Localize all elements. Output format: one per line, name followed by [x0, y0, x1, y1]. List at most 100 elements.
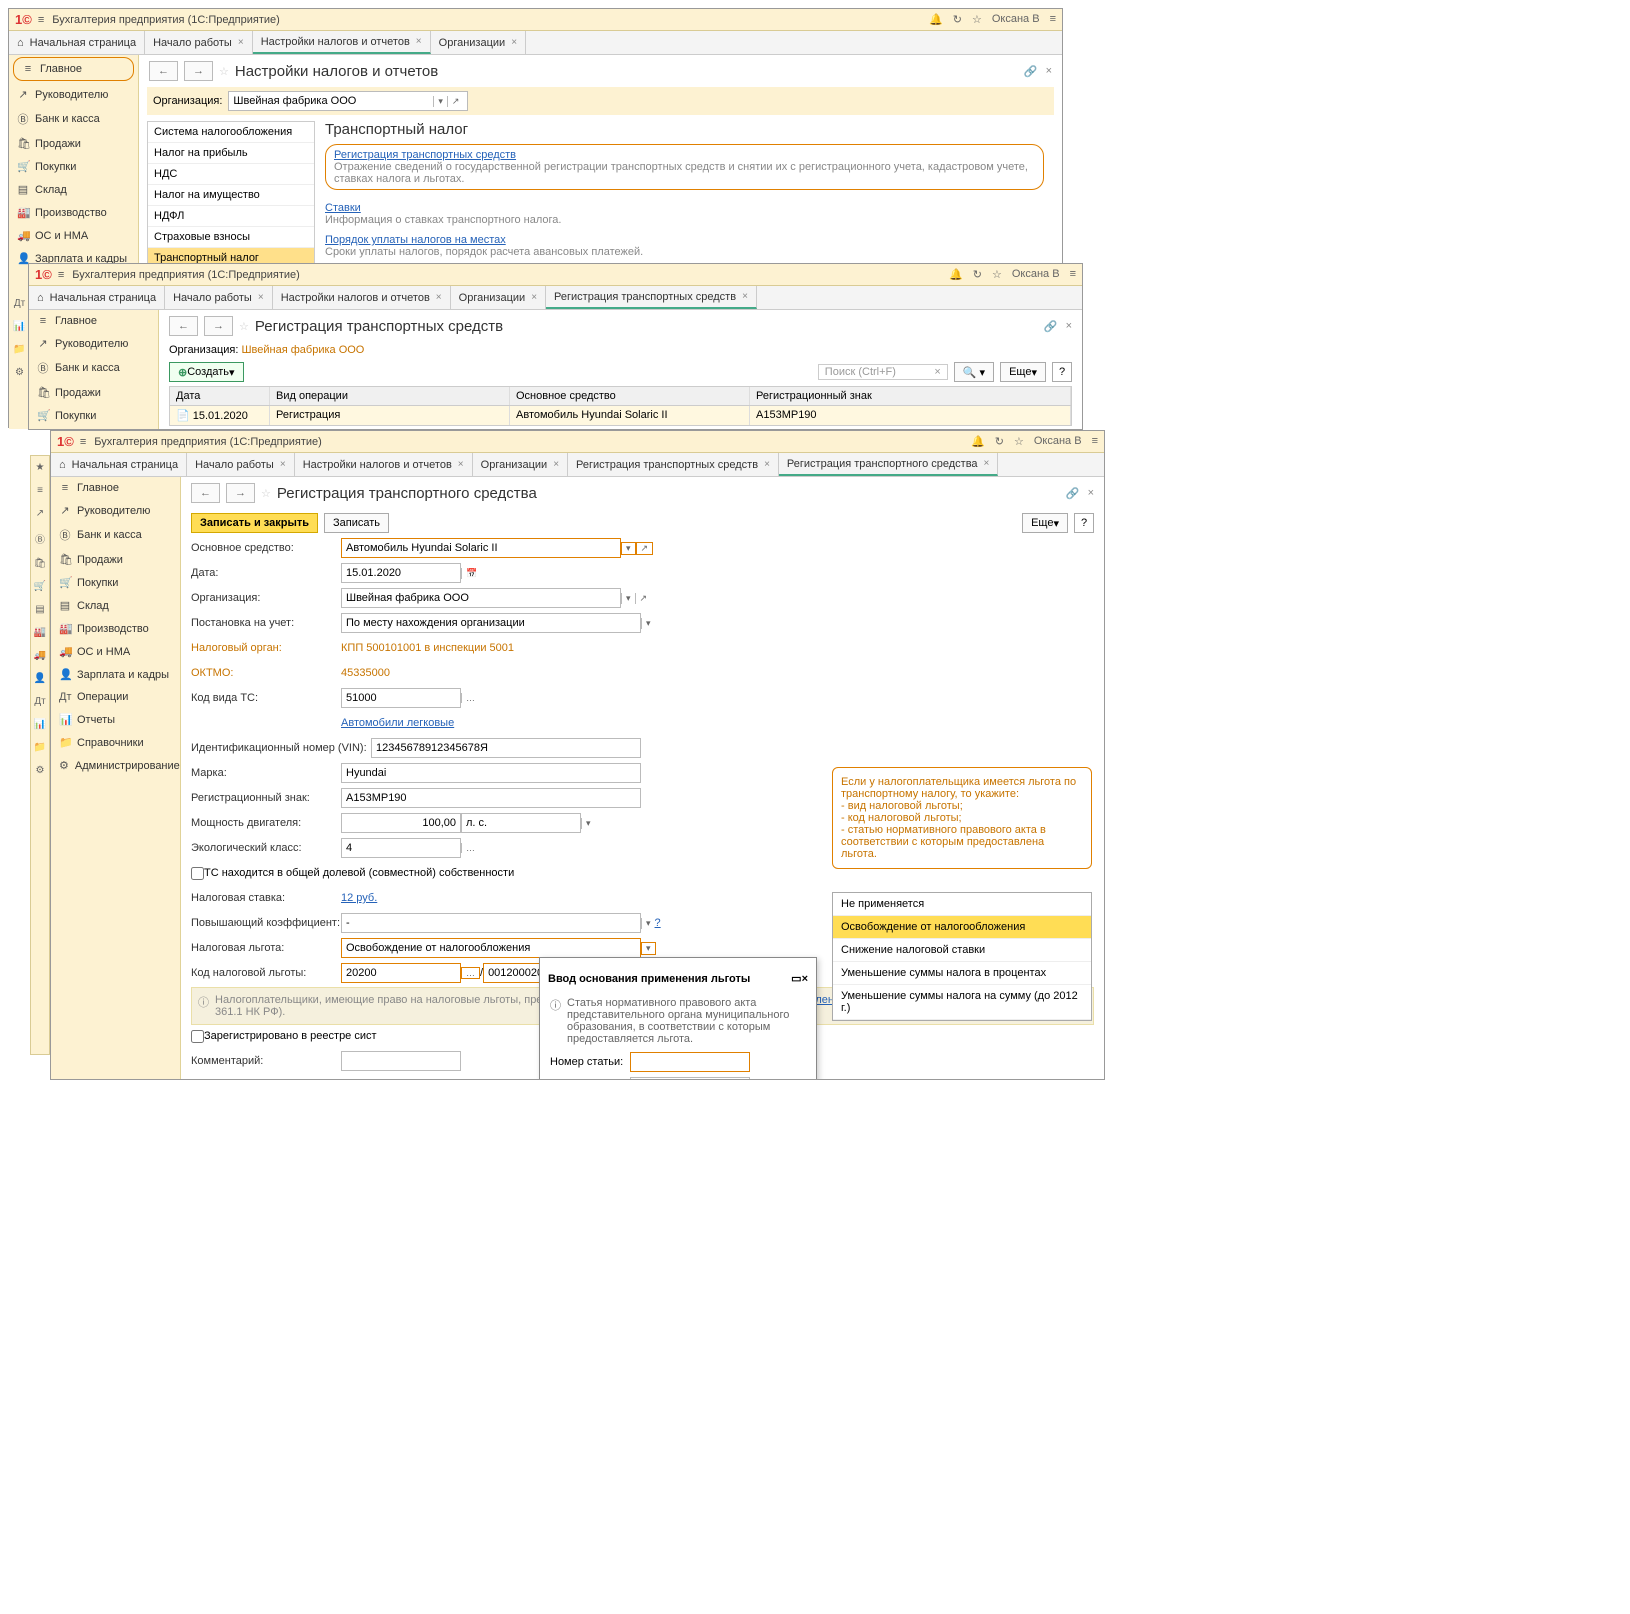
search-btn[interactable]: 🔍 ▾: [954, 362, 994, 382]
close-icon[interactable]: ×: [1046, 65, 1052, 78]
coef-input[interactable]: [341, 913, 641, 933]
nav-fwd[interactable]: →: [204, 316, 233, 336]
create-button[interactable]: ⊕ Создать ▾: [169, 362, 244, 382]
power-input[interactable]: [341, 813, 461, 833]
tax-sec-4[interactable]: НДФЛ: [148, 206, 314, 227]
mini-icon[interactable]: 📁: [9, 338, 30, 361]
menu-icon[interactable]: ≡: [1092, 435, 1098, 448]
calendar-icon[interactable]: 📅: [461, 568, 481, 579]
rate-link[interactable]: 12 руб.: [341, 892, 377, 904]
bell-icon[interactable]: 🔔: [929, 13, 943, 26]
bell-icon[interactable]: 🔔: [971, 435, 985, 448]
tab-home[interactable]: ⌂Начальная страница: [51, 453, 187, 476]
history-icon[interactable]: ↻: [973, 268, 982, 281]
close-icon[interactable]: ×: [511, 37, 517, 48]
tax-sec-2[interactable]: НДС: [148, 164, 314, 185]
close-icon[interactable]: ×: [802, 973, 808, 985]
code-input[interactable]: [341, 688, 461, 708]
tab-home[interactable]: ⌂Начальная страница: [29, 286, 165, 309]
tab-0[interactable]: Начало работы×: [145, 31, 253, 54]
menu-icon[interactable]: ≡: [1070, 268, 1076, 281]
article-input[interactable]: [630, 1052, 750, 1072]
help-button[interactable]: ?: [1074, 513, 1094, 533]
close-icon[interactable]: ×: [1088, 487, 1094, 500]
side-2[interactable]: ⒷБанк и касса: [9, 106, 138, 132]
shared-checkbox[interactable]: [191, 867, 204, 880]
hamburger-icon[interactable]: ≡: [38, 14, 44, 26]
regnum-input[interactable]: [341, 788, 641, 808]
close-icon[interactable]: ×: [1066, 320, 1072, 333]
bencode1-input[interactable]: [341, 963, 461, 983]
power-unit[interactable]: [461, 813, 581, 833]
detach-icon[interactable]: ▭: [791, 972, 801, 985]
side-6[interactable]: 🏭Производство: [9, 201, 138, 224]
dd-opt-2[interactable]: Снижение налоговой ставки: [833, 939, 1091, 962]
side-4[interactable]: 🛒Покупки: [9, 155, 138, 178]
post-input[interactable]: [341, 613, 641, 633]
tax-sec-0[interactable]: Система налогообложения: [148, 122, 314, 143]
nav-back[interactable]: ←: [191, 483, 220, 503]
more-button[interactable]: Еще ▾: [1000, 362, 1046, 382]
nav-fwd[interactable]: →: [226, 483, 255, 503]
star-icon[interactable]: ☆: [992, 268, 1002, 281]
tab-2[interactable]: Организации×: [431, 31, 526, 54]
search-input[interactable]: Поиск (Ctrl+F)×: [818, 364, 948, 380]
link-icon[interactable]: 🔗: [1044, 320, 1058, 333]
more-button[interactable]: Еще ▾: [1022, 513, 1068, 533]
menu-icon[interactable]: ≡: [1050, 13, 1056, 26]
vin-input[interactable]: [371, 738, 641, 758]
help-button[interactable]: ?: [1052, 362, 1072, 382]
table-row[interactable]: 📄 15.01.2020 Регистрация Автомобиль Hyun…: [169, 406, 1072, 426]
tax-sec-1[interactable]: Налог на прибыль: [148, 143, 314, 164]
benefit-input[interactable]: [341, 938, 641, 958]
org-input[interactable]: [341, 588, 621, 608]
os-input[interactable]: [341, 538, 621, 558]
help-link[interactable]: ?: [655, 917, 661, 929]
dd-opt-1[interactable]: Освобождение от налогообложения: [833, 916, 1091, 939]
brand-input[interactable]: [341, 763, 641, 783]
nav-back[interactable]: ←: [149, 61, 178, 81]
reg-syst-checkbox[interactable]: [191, 1030, 204, 1043]
tax-sec-3[interactable]: Налог на имущество: [148, 185, 314, 206]
org-link[interactable]: Швейная фабрика ООО: [241, 344, 364, 356]
link-order[interactable]: Порядок уплаты налогов на местах: [325, 234, 506, 246]
side-1[interactable]: ↗Руководителю: [9, 83, 138, 106]
close-icon[interactable]: ×: [238, 37, 244, 48]
clear-icon[interactable]: ×: [934, 366, 940, 378]
mini-icon[interactable]: 📊: [9, 315, 30, 338]
dd-opt-3[interactable]: Уменьшение суммы налога в процентах: [833, 962, 1091, 985]
nav-back[interactable]: ←: [169, 316, 198, 336]
side-5[interactable]: ▤Склад: [9, 178, 138, 201]
side-7[interactable]: 🚚ОС и НМА: [9, 224, 138, 247]
save-button[interactable]: Записать: [324, 513, 389, 533]
dropdown-icon[interactable]: ▾: [641, 942, 656, 955]
link-icon[interactable]: 🔗: [1066, 487, 1080, 500]
link-rates[interactable]: Ставки: [325, 202, 361, 214]
tab-1[interactable]: Настройки налогов и отчетов×: [253, 31, 431, 54]
hamburger-icon[interactable]: ≡: [58, 269, 64, 281]
dropdown-icon[interactable]: ▾: [433, 96, 447, 107]
user-label[interactable]: Оксана В: [992, 13, 1040, 26]
link-icon[interactable]: 🔗: [1024, 65, 1038, 78]
dd-opt-0[interactable]: Не применяется: [833, 893, 1091, 916]
open-icon[interactable]: ↗: [447, 96, 464, 107]
eco-input[interactable]: [341, 838, 461, 858]
comment-input[interactable]: [341, 1051, 461, 1071]
fav-icon[interactable]: ☆: [219, 65, 229, 78]
open-icon[interactable]: ↗: [636, 542, 654, 555]
link-reg-ts[interactable]: Регистрация транспортных средств: [334, 149, 516, 161]
point-input[interactable]: [630, 1077, 750, 1079]
star-icon[interactable]: ☆: [972, 13, 982, 26]
tab-home[interactable]: ⌂Начальная страница: [9, 31, 145, 54]
dropdown-icon[interactable]: ▾: [621, 542, 636, 555]
fav-icon[interactable]: ☆: [239, 320, 249, 333]
hamburger-icon[interactable]: ≡: [80, 436, 86, 448]
date-input[interactable]: [341, 563, 461, 583]
side-main[interactable]: ≡Главное: [13, 57, 134, 81]
bell-icon[interactable]: 🔔: [949, 268, 963, 281]
dd-opt-4[interactable]: Уменьшение суммы налога на сумму (до 201…: [833, 985, 1091, 1020]
mini-icon[interactable]: Дт: [9, 292, 30, 315]
star-icon[interactable]: ☆: [1014, 435, 1024, 448]
code-desc-link[interactable]: Автомобили легковые: [341, 717, 454, 729]
mini-icon[interactable]: ⚙: [9, 361, 30, 384]
